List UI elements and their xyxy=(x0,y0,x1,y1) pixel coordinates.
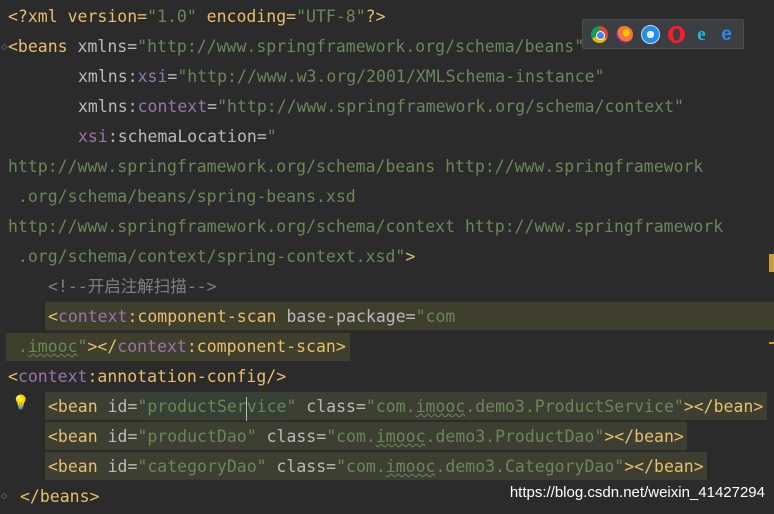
edge-icon[interactable]: e xyxy=(718,25,735,44)
code-line-16: <bean id="categoryDao" class="com.imooc.… xyxy=(48,457,704,476)
code-line-6: http://www.springframework.org/schema/be… xyxy=(8,157,704,176)
code-line-9: .org/schema/context/spring-context.xsd"> xyxy=(8,247,416,266)
code-line-8: http://www.springframework.org/schema/co… xyxy=(8,217,724,236)
code-line-7: .org/schema/beans/spring-beans.xsd xyxy=(8,187,356,206)
fold-icon[interactable]: ◇ xyxy=(1,489,8,502)
browser-preview-bar: e e xyxy=(582,19,744,49)
watermark-text: https://blog.csdn.net/weixin_41427294 xyxy=(509,484,765,501)
chrome-icon[interactable] xyxy=(591,25,608,43)
code-line-14: <bean id="productService" class="com.imo… xyxy=(48,397,764,416)
code-editor[interactable]: <?xml version="1.0" encoding="UTF-8"?> <… xyxy=(0,0,774,514)
text-caret xyxy=(246,397,247,421)
opera-icon[interactable] xyxy=(668,25,685,43)
lightbulb-icon[interactable]: 💡 xyxy=(12,395,29,411)
code-line-13: <context:annotation-config/> xyxy=(8,367,287,386)
safari-icon[interactable] xyxy=(641,24,660,44)
fold-icon[interactable]: ◇ xyxy=(1,40,8,53)
code-line-5: xsi:schemaLocation=" xyxy=(78,127,277,146)
code-line-11: <context:component-scan base-package="co… xyxy=(48,307,456,326)
firefox-icon[interactable] xyxy=(616,25,633,43)
ie-icon[interactable]: e xyxy=(693,25,710,44)
code-line-10-comment: <!--开启注解扫描--> xyxy=(48,277,217,296)
code-line-12: .imooc"></context:component-scan> xyxy=(8,337,346,356)
code-line-15: <bean id="productDao" class="com.imooc.d… xyxy=(48,427,684,446)
code-line-3: xmlns:xsi="http://www.w3.org/2001/XMLSch… xyxy=(78,67,605,86)
code-line-4: xmlns:context="http://www.springframewor… xyxy=(78,97,684,116)
